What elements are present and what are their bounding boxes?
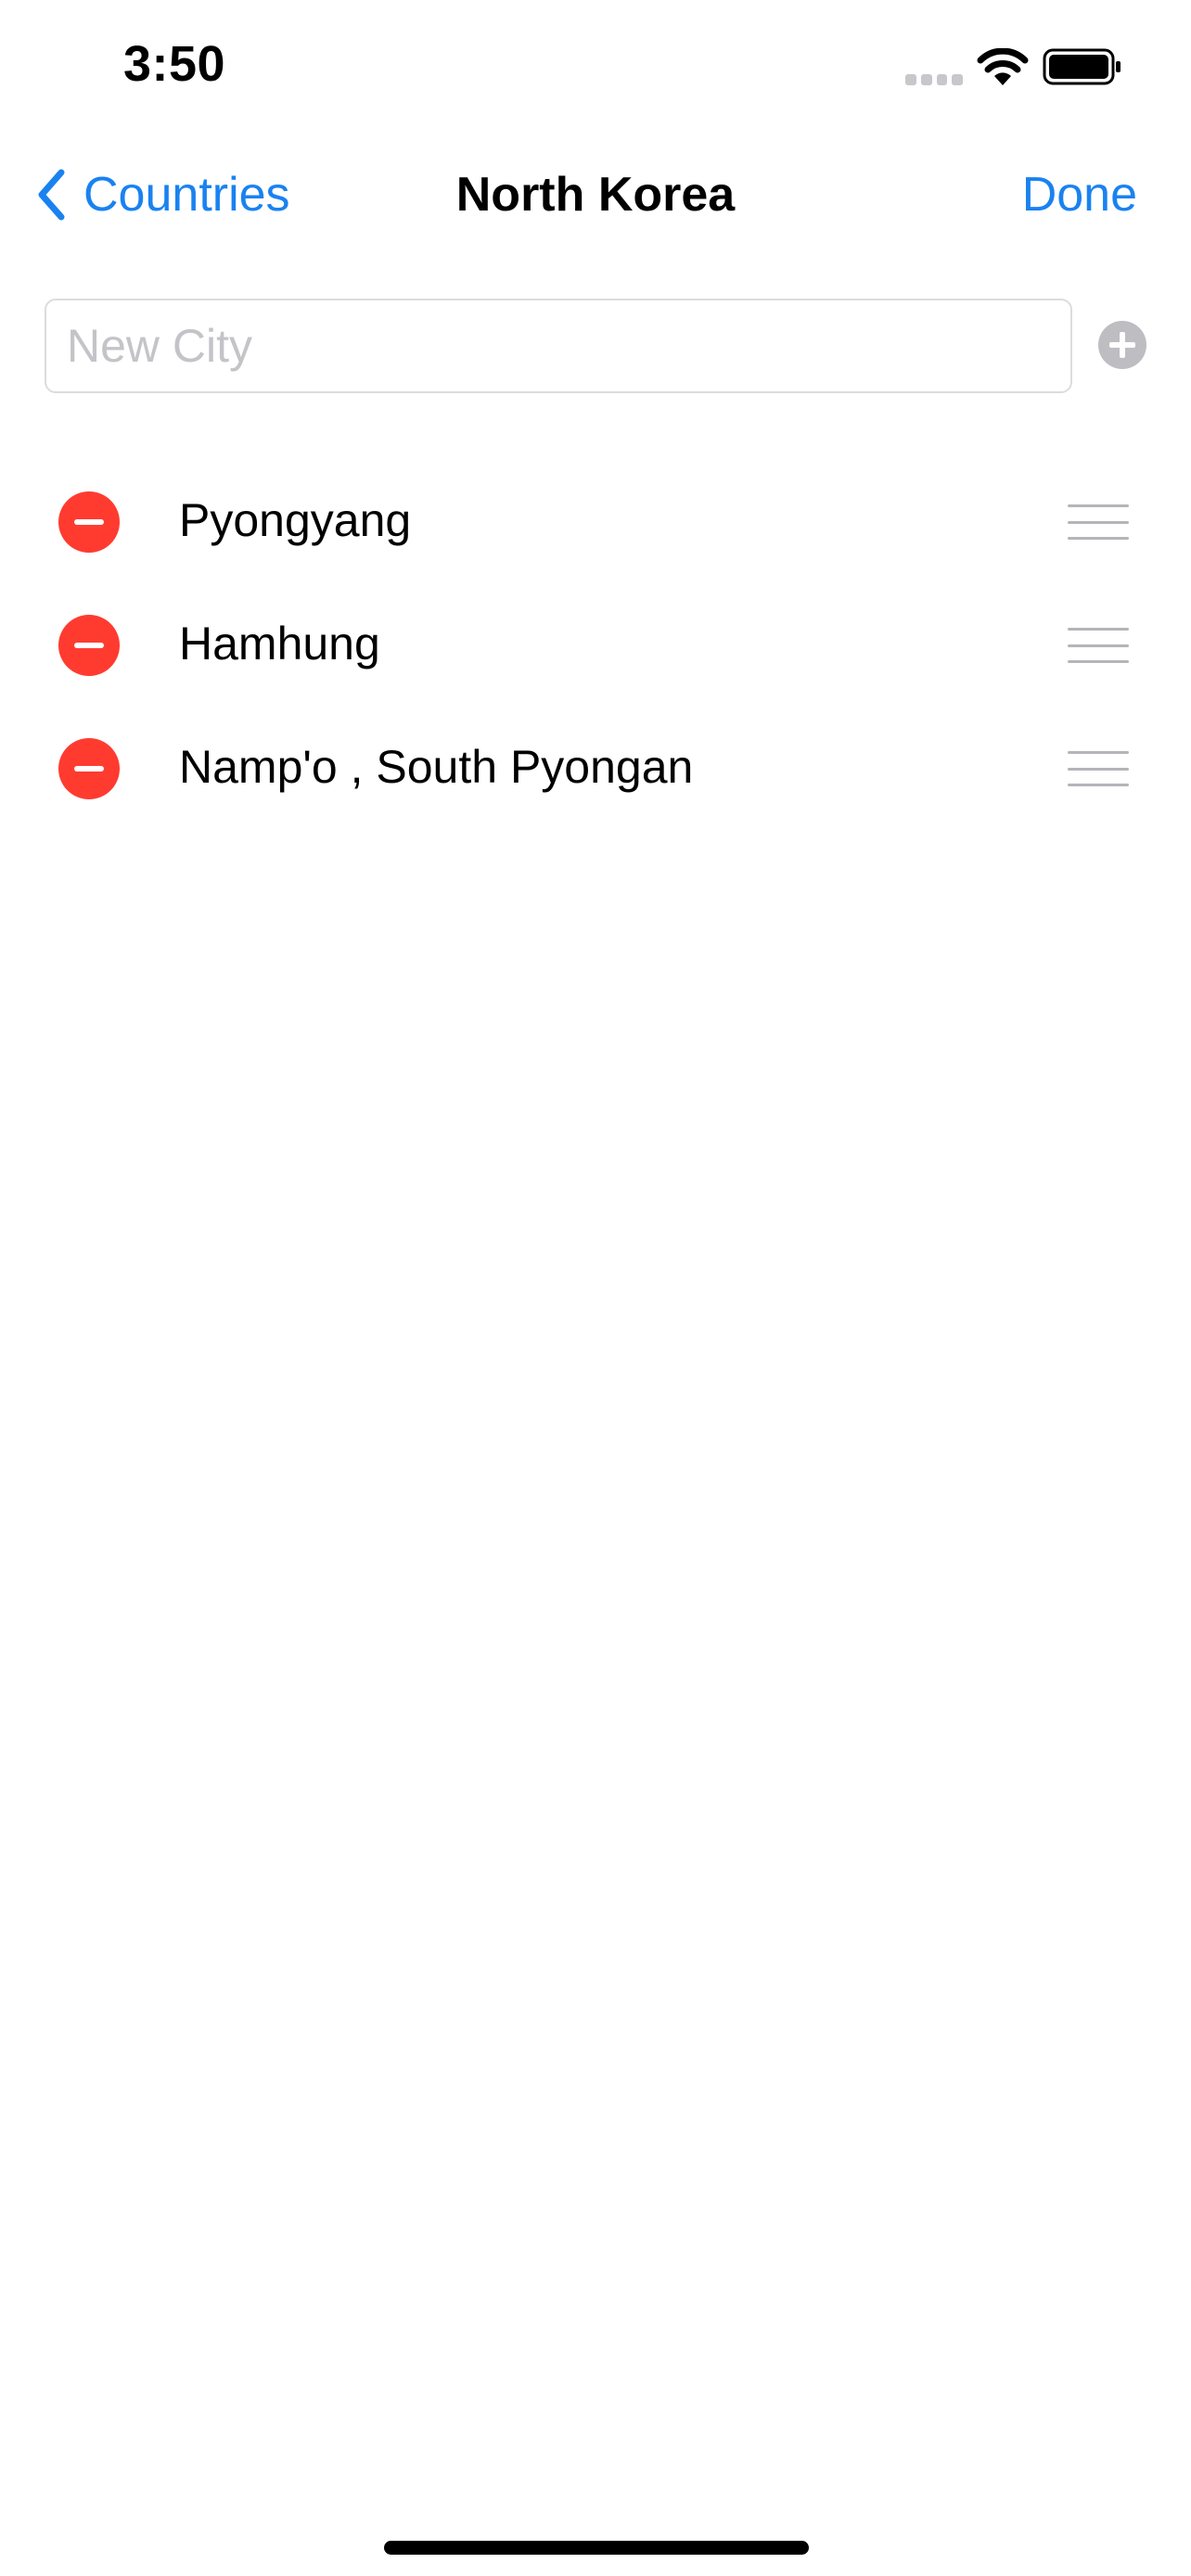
navigation-bar: Countries North Korea Done	[0, 139, 1191, 249]
status-bar: 3:50	[0, 0, 1191, 139]
delete-button[interactable]	[58, 615, 120, 676]
list-item: Namp'o , South Pyongan	[0, 707, 1191, 830]
city-name: Hamhung	[179, 618, 380, 670]
list-item: Pyongyang	[0, 460, 1191, 583]
list-item: Hamhung	[0, 583, 1191, 707]
new-city-input[interactable]	[45, 299, 1072, 393]
reorder-handle-icon[interactable]	[1068, 504, 1129, 540]
delete-button[interactable]	[58, 738, 120, 799]
wifi-icon	[977, 48, 1029, 85]
home-indicator[interactable]	[384, 2541, 809, 2555]
reorder-handle-icon[interactable]	[1068, 628, 1129, 663]
page-title: North Korea	[455, 168, 736, 222]
city-list: Pyongyang Hamhung Namp'o , South Pyongan	[0, 460, 1191, 830]
status-time: 3:50	[123, 36, 226, 92]
done-button[interactable]: Done	[1022, 167, 1137, 223]
plus-circle-icon[interactable]	[1098, 321, 1146, 369]
city-name: Namp'o , South Pyongan	[179, 741, 694, 793]
delete-button[interactable]	[58, 491, 120, 553]
city-name: Pyongyang	[179, 494, 412, 546]
battery-icon	[1043, 48, 1121, 85]
reorder-handle-icon[interactable]	[1068, 751, 1129, 786]
cellular-signal-icon	[905, 74, 963, 85]
